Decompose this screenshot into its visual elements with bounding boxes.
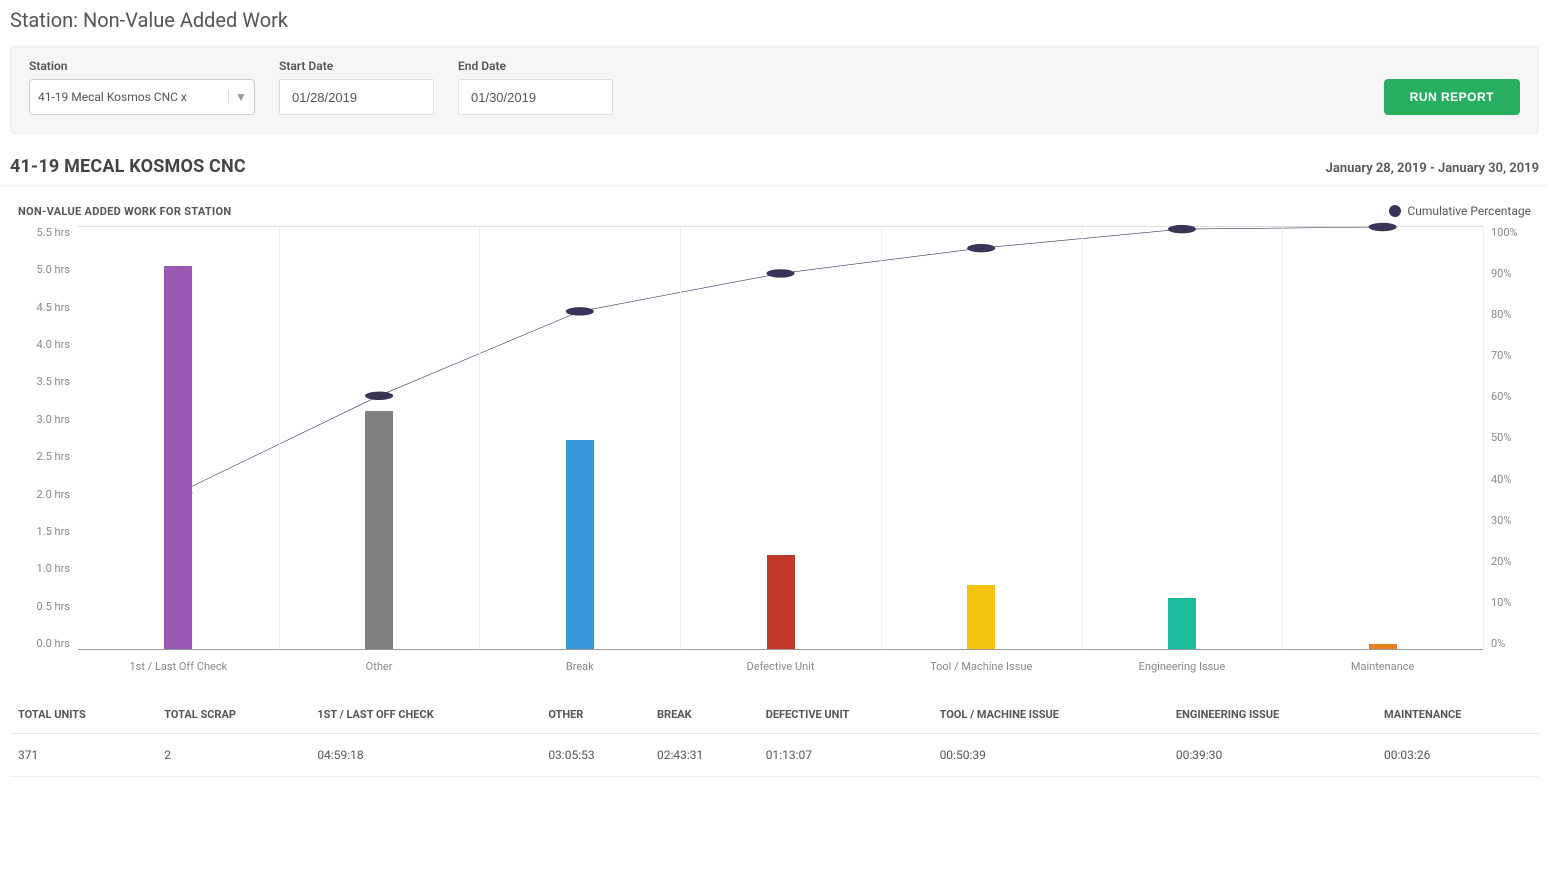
line-point bbox=[1168, 225, 1196, 233]
grid-line bbox=[1082, 227, 1083, 649]
grid-line bbox=[479, 227, 480, 649]
y-right-tick: 90% bbox=[1491, 267, 1531, 280]
table-cell: 02:43:31 bbox=[649, 734, 758, 777]
y-left-tick: 4.0 hrs bbox=[18, 338, 70, 351]
table-header: MAINTENANCE bbox=[1376, 696, 1539, 734]
y-left-tick: 0.0 hrs bbox=[18, 637, 70, 650]
y-right-tick: 60% bbox=[1491, 390, 1531, 403]
table-header: BREAK bbox=[649, 696, 758, 734]
table-header: DEFECTIVE UNIT bbox=[758, 696, 932, 734]
filter-bar: Station 41-19 Mecal Kosmos CNC x ▼ Start… bbox=[10, 46, 1539, 134]
y-left-tick: 2.5 hrs bbox=[18, 450, 70, 463]
start-date-label: Start Date bbox=[279, 59, 434, 73]
table-header: TOOL / MACHINE ISSUE bbox=[932, 696, 1168, 734]
page-title: Station: Non-Value Added Work bbox=[0, 0, 1549, 46]
bar bbox=[566, 440, 594, 649]
y-left-tick: 5.5 hrs bbox=[18, 226, 70, 239]
summary-table: TOTAL UNITSTOTAL SCRAP1ST / LAST OFF CHE… bbox=[10, 696, 1539, 777]
table-cell: 371 bbox=[10, 734, 156, 777]
bar bbox=[967, 585, 995, 649]
y-axis-right: 100% 90% 80% 70% 60% 50% 40% 30% 20% 10% 0% bbox=[1491, 226, 1531, 666]
y-left-tick: 1.0 hrs bbox=[18, 562, 70, 575]
y-right-tick: 30% bbox=[1491, 514, 1531, 527]
y-left-tick: 0.5 hrs bbox=[18, 600, 70, 613]
chevron-down-icon: ▼ bbox=[228, 90, 246, 104]
y-right-tick: 80% bbox=[1491, 308, 1531, 321]
x-tick-label: Engineering Issue bbox=[1139, 660, 1226, 673]
y-right-tick: 0% bbox=[1491, 637, 1531, 650]
y-right-tick: 40% bbox=[1491, 473, 1531, 486]
line-point bbox=[967, 244, 995, 252]
y-left-tick: 4.5 hrs bbox=[18, 301, 70, 314]
cumulative-path bbox=[178, 227, 1382, 493]
bar bbox=[1369, 644, 1397, 649]
table-header-row: TOTAL UNITSTOTAL SCRAP1ST / LAST OFF CHE… bbox=[10, 696, 1539, 734]
x-tick-label: Break bbox=[566, 660, 594, 673]
chart-area: 5.5 hrs 5.0 hrs 4.5 hrs 4.0 hrs 3.5 hrs 3.0 h… bbox=[18, 226, 1531, 666]
end-date-filter: End Date bbox=[458, 59, 613, 115]
station-label: Station bbox=[29, 59, 255, 73]
section-title: 41-19 MECAL KOSMOS CNC bbox=[10, 156, 246, 177]
table-cell: 01:13:07 bbox=[758, 734, 932, 777]
x-tick-label: Tool / Machine Issue bbox=[930, 660, 1032, 673]
station-select[interactable]: 41-19 Mecal Kosmos CNC x ▼ bbox=[29, 79, 255, 115]
grid-line bbox=[680, 227, 681, 649]
line-point bbox=[566, 307, 594, 315]
y-right-tick: 70% bbox=[1491, 349, 1531, 362]
y-right-tick: 20% bbox=[1491, 555, 1531, 568]
x-tick-label: Defective Unit bbox=[747, 660, 815, 673]
table-cell: 00:50:39 bbox=[932, 734, 1168, 777]
grid-line bbox=[279, 227, 280, 649]
end-date-label: End Date bbox=[458, 59, 613, 73]
grid-line bbox=[881, 227, 882, 649]
section-header: 41-19 MECAL KOSMOS CNC January 28, 2019 … bbox=[0, 134, 1549, 186]
bar bbox=[164, 266, 192, 649]
plot-area bbox=[78, 226, 1483, 650]
bar bbox=[767, 555, 795, 649]
x-tick-label: Other bbox=[366, 660, 393, 673]
bar bbox=[365, 411, 393, 649]
table-cell: 04:59:18 bbox=[309, 734, 540, 777]
table-cell: 03:05:53 bbox=[540, 734, 649, 777]
legend-label: Cumulative Percentage bbox=[1407, 204, 1531, 218]
table-header: TOTAL UNITS bbox=[10, 696, 156, 734]
y-left-tick: 1.5 hrs bbox=[18, 525, 70, 538]
table-header: 1ST / LAST OFF CHECK bbox=[309, 696, 540, 734]
section-date-range: January 28, 2019 - January 30, 2019 bbox=[1326, 161, 1539, 176]
start-date-input[interactable] bbox=[279, 79, 434, 115]
y-left-tick: 3.0 hrs bbox=[18, 413, 70, 426]
x-axis-labels: 1st / Last Off Check Other Break Defective … bbox=[78, 654, 1483, 672]
chart-legend: Cumulative Percentage bbox=[1389, 204, 1531, 218]
table-cell: 00:39:30 bbox=[1168, 734, 1376, 777]
line-point bbox=[766, 269, 794, 277]
table-header: TOTAL SCRAP bbox=[156, 696, 309, 734]
station-filter: Station 41-19 Mecal Kosmos CNC x ▼ bbox=[29, 59, 255, 115]
station-selected-value: 41-19 Mecal Kosmos CNC x bbox=[38, 90, 187, 104]
y-axis-left: 5.5 hrs 5.0 hrs 4.5 hrs 4.0 hrs 3.5 hrs 3.0 h… bbox=[18, 226, 70, 666]
end-date-input[interactable] bbox=[458, 79, 613, 115]
y-left-tick: 2.0 hrs bbox=[18, 488, 70, 501]
bar bbox=[1168, 598, 1196, 649]
run-report-button[interactable]: RUN REPORT bbox=[1384, 79, 1520, 115]
table-cell: 00:03:26 bbox=[1376, 734, 1539, 777]
x-tick-label: Maintenance bbox=[1351, 660, 1415, 673]
y-right-tick: 100% bbox=[1491, 226, 1531, 239]
line-point bbox=[1369, 223, 1397, 231]
table-header: ENGINEERING ISSUE bbox=[1168, 696, 1376, 734]
grid-line bbox=[1483, 227, 1484, 649]
table-row: 371204:59:1803:05:5302:43:3101:13:0700:5… bbox=[10, 734, 1539, 777]
legend-marker-icon bbox=[1389, 205, 1401, 217]
table-header: OTHER bbox=[540, 696, 649, 734]
y-right-tick: 50% bbox=[1491, 431, 1531, 444]
x-tick-label: 1st / Last Off Check bbox=[129, 660, 227, 673]
start-date-filter: Start Date bbox=[279, 59, 434, 115]
y-left-tick: 3.5 hrs bbox=[18, 375, 70, 388]
line-point bbox=[365, 392, 393, 400]
table-cell: 2 bbox=[156, 734, 309, 777]
y-left-tick: 5.0 hrs bbox=[18, 263, 70, 276]
y-right-tick: 10% bbox=[1491, 596, 1531, 609]
chart-container: NON-VALUE ADDED WORK FOR STATION Cumulat… bbox=[0, 186, 1549, 666]
chart-subtitle: NON-VALUE ADDED WORK FOR STATION bbox=[18, 205, 231, 218]
grid-line bbox=[1282, 227, 1283, 649]
